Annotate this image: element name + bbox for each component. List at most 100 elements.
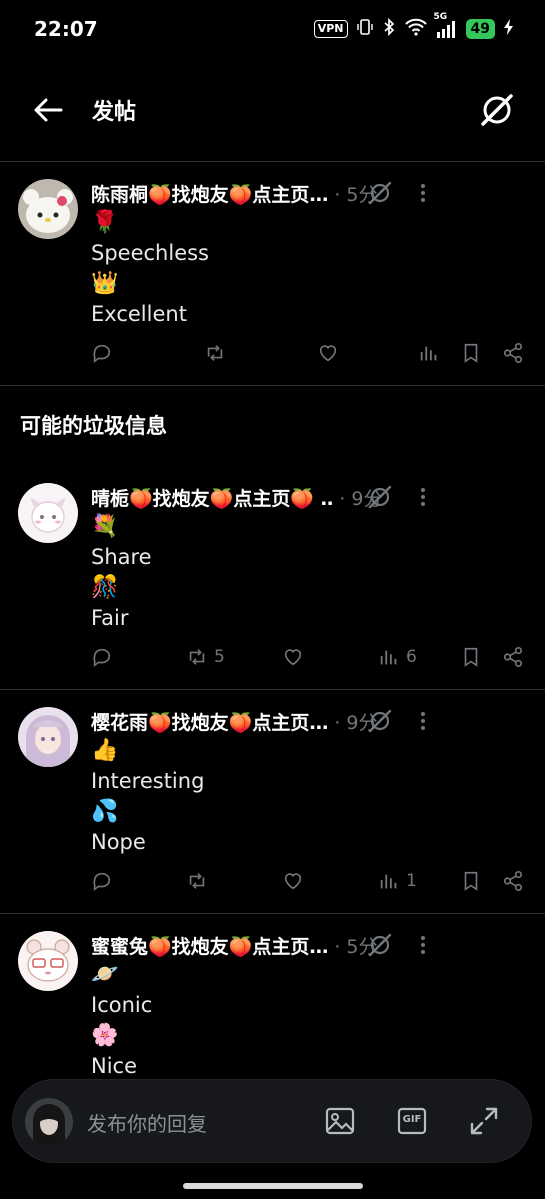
gif-icon[interactable]: GIF: [395, 1104, 429, 1138]
page-title: 发帖: [92, 100, 137, 125]
post-actions: [0, 342, 545, 372]
reply-composer[interactable]: 发布你的回复 GIF: [12, 1079, 532, 1163]
bookmark-icon: [464, 343, 478, 363]
more-options-icon[interactable]: [416, 707, 430, 735]
repost-icon: [189, 873, 205, 889]
share-button[interactable]: [502, 646, 524, 668]
author-name[interactable]: 樱花雨🍑找炮友🍑点主页…: [91, 708, 328, 735]
home-indicator[interactable]: [183, 1183, 363, 1189]
reply-input[interactable]: 发布你的回复: [87, 1108, 207, 1137]
post-card[interactable]: 樱花雨🍑找炮友🍑点主页… · 9分 👍 Interesting 💦 Nope 1: [0, 707, 545, 907]
post-line: Iconic: [91, 993, 153, 1017]
like-button[interactable]: [282, 646, 310, 668]
grok-icon: [481, 94, 513, 126]
grok-icon[interactable]: [367, 484, 393, 510]
post-header: 蜜蜜兔🍑找炮友🍑点主页… · 5分: [91, 931, 531, 959]
like-button[interactable]: [317, 342, 345, 364]
post-line: 💐: [91, 514, 119, 539]
divider: [0, 689, 545, 690]
charging-icon: [503, 18, 515, 40]
grok-icon[interactable]: [367, 180, 393, 206]
bookmark-button[interactable]: [460, 342, 482, 364]
battery-indicator: 49: [465, 19, 495, 39]
bookmark-icon: [464, 871, 478, 891]
post-line: Share: [91, 545, 152, 569]
post-line: 👍: [91, 738, 119, 763]
vibrate-icon: [356, 18, 374, 40]
post-card[interactable]: 蜜蜜兔🍑找炮友🍑点主页… · 5分 🪐 Iconic 🌸 Nice: [0, 931, 545, 1079]
bookmark-button[interactable]: [460, 870, 482, 892]
share-button[interactable]: [502, 870, 524, 892]
divider: [0, 385, 545, 386]
views-button[interactable]: [418, 342, 446, 364]
status-time: 22:07: [34, 17, 98, 41]
grok-button[interactable]: [477, 90, 517, 130]
post-line: Speechless: [91, 241, 209, 265]
gif-label: GIF: [402, 1114, 422, 1125]
repost-button[interactable]: [204, 342, 232, 364]
repost-button[interactable]: 5: [186, 646, 225, 668]
bluetooth-icon: [382, 17, 396, 40]
views-icon: [420, 346, 437, 361]
status-icons: VPN 5G 49: [313, 12, 515, 40]
view-count: 6: [406, 647, 417, 667]
post-line: 🌸: [91, 1023, 119, 1048]
more-options-icon[interactable]: [416, 179, 430, 207]
header: 发帖: [0, 70, 545, 150]
avatar[interactable]: [18, 707, 78, 767]
reply-icon: [93, 872, 111, 891]
reply-button[interactable]: [91, 342, 119, 364]
arrow-left-icon: [34, 98, 63, 122]
share-icon: [503, 343, 523, 363]
post-card[interactable]: 陈雨桐🍑找炮友🍑点主页… · 5分 🌹 Speechless 👑 Excelle…: [0, 179, 545, 379]
views-button[interactable]: 6: [378, 646, 417, 668]
section-title: 可能的垃圾信息: [20, 414, 167, 438]
views-icon: [380, 650, 397, 665]
post-line: 👑: [91, 271, 119, 296]
post-actions: 5 6: [0, 646, 545, 676]
status-bar: 22:07 VPN 5G 49: [0, 0, 545, 60]
back-button[interactable]: [30, 92, 66, 128]
signal-icon: 5G: [434, 12, 458, 38]
post-line: 🌹: [91, 210, 119, 235]
more-options-icon[interactable]: [416, 483, 430, 511]
reply-button[interactable]: [91, 870, 119, 892]
repost-count: 5: [214, 647, 225, 667]
share-icon: [503, 871, 523, 891]
like-button[interactable]: [282, 870, 310, 892]
expand-icon[interactable]: [467, 1104, 501, 1138]
post-line: Interesting: [91, 769, 205, 793]
heart-icon: [284, 873, 302, 890]
share-button[interactable]: [502, 342, 524, 364]
post-header: 陈雨桐🍑找炮友🍑点主页… · 5分: [91, 179, 531, 207]
share-icon: [503, 647, 523, 667]
post-line: 🎊: [91, 575, 119, 600]
post-card[interactable]: 晴栀🍑找炮友🍑点主页🍑 ‥ · 9分 💐 Share 🎊 Fair 5 6: [0, 483, 545, 683]
author-name[interactable]: 晴栀🍑找炮友🍑点主页🍑 ‥: [91, 484, 333, 511]
avatar[interactable]: [18, 179, 78, 239]
grok-icon[interactable]: [367, 708, 393, 734]
user-avatar: [25, 1098, 73, 1146]
heart-icon: [319, 345, 337, 362]
repost-icon: [207, 345, 223, 361]
views-button[interactable]: 1: [378, 870, 417, 892]
reply-button[interactable]: [91, 646, 119, 668]
repost-icon: [189, 649, 205, 665]
view-count: 1: [406, 871, 417, 891]
more-options-icon[interactable]: [416, 931, 430, 959]
reply-icon: [93, 344, 111, 363]
grok-icon[interactable]: [367, 932, 393, 958]
wifi-icon: [404, 18, 428, 40]
author-name[interactable]: 陈雨桐🍑找炮友🍑点主页…: [91, 180, 328, 207]
avatar[interactable]: [18, 483, 78, 543]
post-line: Excellent: [91, 302, 187, 326]
avatar[interactable]: [18, 931, 78, 991]
author-name[interactable]: 蜜蜜兔🍑找炮友🍑点主页…: [91, 932, 328, 959]
bookmark-button[interactable]: [460, 646, 482, 668]
heart-icon: [284, 649, 302, 666]
post-line: 🪐: [91, 962, 119, 987]
post-line: Nope: [91, 830, 146, 854]
repost-button[interactable]: [186, 870, 214, 892]
image-icon[interactable]: [323, 1104, 357, 1138]
views-icon: [380, 874, 397, 889]
